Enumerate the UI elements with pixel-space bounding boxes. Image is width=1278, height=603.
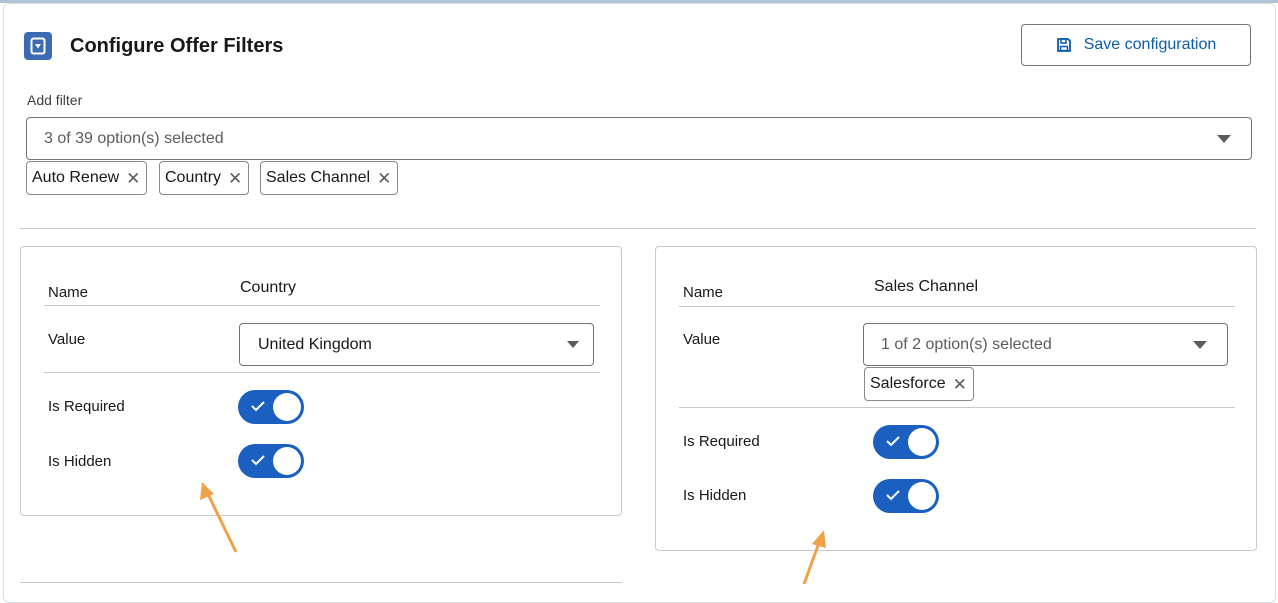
toggle-knob — [273, 447, 301, 475]
value-label: Value — [683, 331, 721, 348]
add-filter-combobox[interactable]: 3 of 39 option(s) selected — [26, 117, 1252, 160]
is-hidden-label: Is Hidden — [683, 487, 747, 504]
is-hidden-toggle[interactable] — [238, 444, 304, 478]
document-filter-icon — [24, 32, 52, 60]
remove-icon[interactable]: ✕ — [377, 170, 391, 187]
panel-header: Configure Offer Filters — [24, 31, 283, 61]
toggle-knob — [273, 393, 301, 421]
check-icon — [251, 401, 265, 412]
remove-icon[interactable]: ✕ — [953, 376, 967, 393]
is-required-toggle[interactable] — [873, 425, 939, 459]
row-divider — [44, 305, 600, 306]
is-hidden-toggle[interactable] — [873, 479, 939, 513]
check-icon — [251, 455, 265, 466]
is-required-toggle[interactable] — [238, 390, 304, 424]
annotation-arrow-icon — [200, 482, 238, 553]
row-divider — [679, 306, 1235, 307]
value-selected-text: United Kingdom — [258, 335, 372, 353]
save-configuration-button[interactable]: Save configuration — [1021, 24, 1251, 66]
check-icon — [886, 436, 900, 447]
annotation-arrow-icon — [802, 530, 826, 584]
name-label: Name — [683, 284, 724, 301]
add-filter-summary: 3 of 39 option(s) selected — [44, 129, 224, 147]
is-required-label: Is Required — [683, 433, 760, 450]
value-summary-text: 1 of 2 option(s) selected — [881, 335, 1052, 353]
filter-name-value: Sales Channel — [874, 278, 979, 295]
save-icon — [1056, 37, 1072, 53]
chevron-down-icon — [1217, 134, 1231, 143]
value-label: Value — [48, 331, 86, 348]
pill-label: Auto Renew — [32, 169, 120, 186]
toggle-knob — [908, 482, 936, 510]
row-divider — [679, 407, 1235, 408]
is-hidden-label: Is Hidden — [48, 453, 112, 470]
remove-icon[interactable]: ✕ — [228, 170, 242, 187]
toggle-knob — [908, 428, 936, 456]
chevron-down-icon — [567, 341, 579, 348]
check-icon — [886, 490, 900, 501]
save-button-label: Save configuration — [1083, 36, 1217, 53]
section-divider — [20, 228, 1256, 229]
chevron-down-icon — [1193, 340, 1207, 349]
value-select[interactable]: United Kingdom — [239, 323, 594, 366]
row-divider — [44, 372, 600, 373]
next-card-top-edge — [20, 582, 622, 583]
filter-pill-auto-renew[interactable]: Auto Renew ✕ — [26, 161, 148, 195]
filter-name-value: Country — [240, 279, 297, 296]
pill-label: Country — [165, 169, 222, 186]
filter-card-country — [20, 246, 622, 516]
value-pill-salesforce[interactable]: Salesforce ✕ — [864, 367, 974, 401]
filter-pill-sales-channel[interactable]: Sales Channel ✕ — [260, 161, 399, 195]
page-title: Configure Offer Filters — [70, 34, 284, 57]
filter-pill-country[interactable]: Country ✕ — [159, 161, 250, 195]
remove-icon[interactable]: ✕ — [126, 170, 140, 187]
add-filter-label: Add filter — [27, 92, 83, 108]
pill-label: Sales Channel — [266, 169, 371, 186]
value-multiselect[interactable]: 1 of 2 option(s) selected — [863, 323, 1228, 366]
name-label: Name — [48, 284, 89, 301]
pill-label: Salesforce — [870, 375, 946, 392]
is-required-label: Is Required — [48, 398, 125, 415]
